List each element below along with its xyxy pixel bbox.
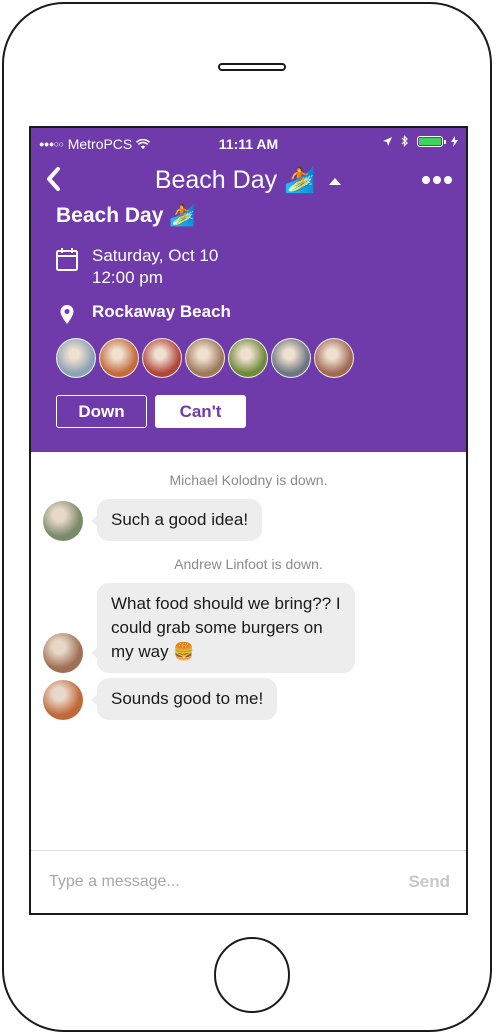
- chat-message: Sounds good to me!: [43, 678, 278, 720]
- attendee-avatar[interactable]: [99, 338, 139, 378]
- event-date: Saturday, Oct 10: [92, 246, 219, 265]
- system-message: Michael Kolodny is down.: [169, 472, 328, 488]
- message-bubble: Sounds good to me!: [90, 678, 278, 720]
- location-arrow-icon: [383, 136, 392, 146]
- event-time: 12:00 pm: [92, 268, 163, 287]
- attendee-avatar[interactable]: [314, 338, 354, 378]
- message-input[interactable]: Type a message...: [49, 873, 180, 891]
- chat-message: Such a good idea!: [43, 499, 263, 541]
- avatar[interactable]: [43, 633, 83, 673]
- speaker-grille: [218, 63, 286, 71]
- event-date-text: Saturday, Oct 10 12:00 pm: [92, 245, 218, 289]
- bluetooth-icon: [401, 135, 408, 147]
- message-bubble: What food should we bring?? I could grab…: [91, 583, 355, 673]
- event-header: ●●●○○ MetroPCS 11:11 AM Beach Day 🏄 Beac…: [31, 128, 466, 452]
- ellipsis-icon: [422, 176, 430, 184]
- attendee-avatar[interactable]: [56, 338, 96, 378]
- charging-icon: [451, 135, 458, 147]
- home-button[interactable]: [214, 937, 290, 1013]
- rsvp-buttons: Down Can't: [56, 395, 246, 428]
- status-right: [382, 135, 458, 147]
- attendee-avatar[interactable]: [228, 338, 268, 378]
- more-options-button[interactable]: [422, 176, 452, 184]
- nav-bar: Beach Day 🏄: [31, 160, 466, 204]
- ellipsis-dot: [444, 176, 452, 184]
- avatar[interactable]: [43, 501, 83, 541]
- event-title: Beach Day 🏄: [56, 204, 196, 227]
- event-date-row: Saturday, Oct 10 12:00 pm: [56, 245, 218, 289]
- calendar-icon: [56, 248, 78, 271]
- ellipsis-dot: [433, 176, 441, 184]
- event-location-row[interactable]: Rockaway Beach: [56, 302, 231, 326]
- system-message: Andrew Linfoot is down.: [174, 556, 323, 572]
- chat-message: What food should we bring?? I could grab…: [43, 583, 355, 673]
- caret-up-icon: [329, 177, 342, 185]
- attendee-avatar[interactable]: [185, 338, 225, 378]
- status-bar: ●●●○○ MetroPCS 11:11 AM: [31, 128, 466, 158]
- message-bubble: Such a good idea!: [90, 499, 263, 541]
- nav-title-group[interactable]: Beach Day 🏄: [31, 166, 466, 195]
- chat-thread: Michael Kolodny is down. Such a good ide…: [31, 452, 466, 852]
- cant-button[interactable]: Can't: [155, 395, 246, 428]
- send-button[interactable]: Send: [408, 872, 450, 892]
- down-button[interactable]: Down: [56, 395, 147, 428]
- event-location: Rockaway Beach: [92, 302, 231, 321]
- attendee-avatar[interactable]: [142, 338, 182, 378]
- attendee-avatar[interactable]: [271, 338, 311, 378]
- message-composer: Type a message... Send: [31, 850, 466, 913]
- location-pin-icon: [60, 305, 74, 324]
- battery-icon: [417, 135, 446, 147]
- app-screen: ●●●○○ MetroPCS 11:11 AM Beach Day 🏄 Beac…: [29, 126, 468, 915]
- attendee-avatars[interactable]: [56, 338, 357, 378]
- avatar[interactable]: [43, 680, 83, 720]
- nav-title: Beach Day 🏄: [154, 166, 316, 194]
